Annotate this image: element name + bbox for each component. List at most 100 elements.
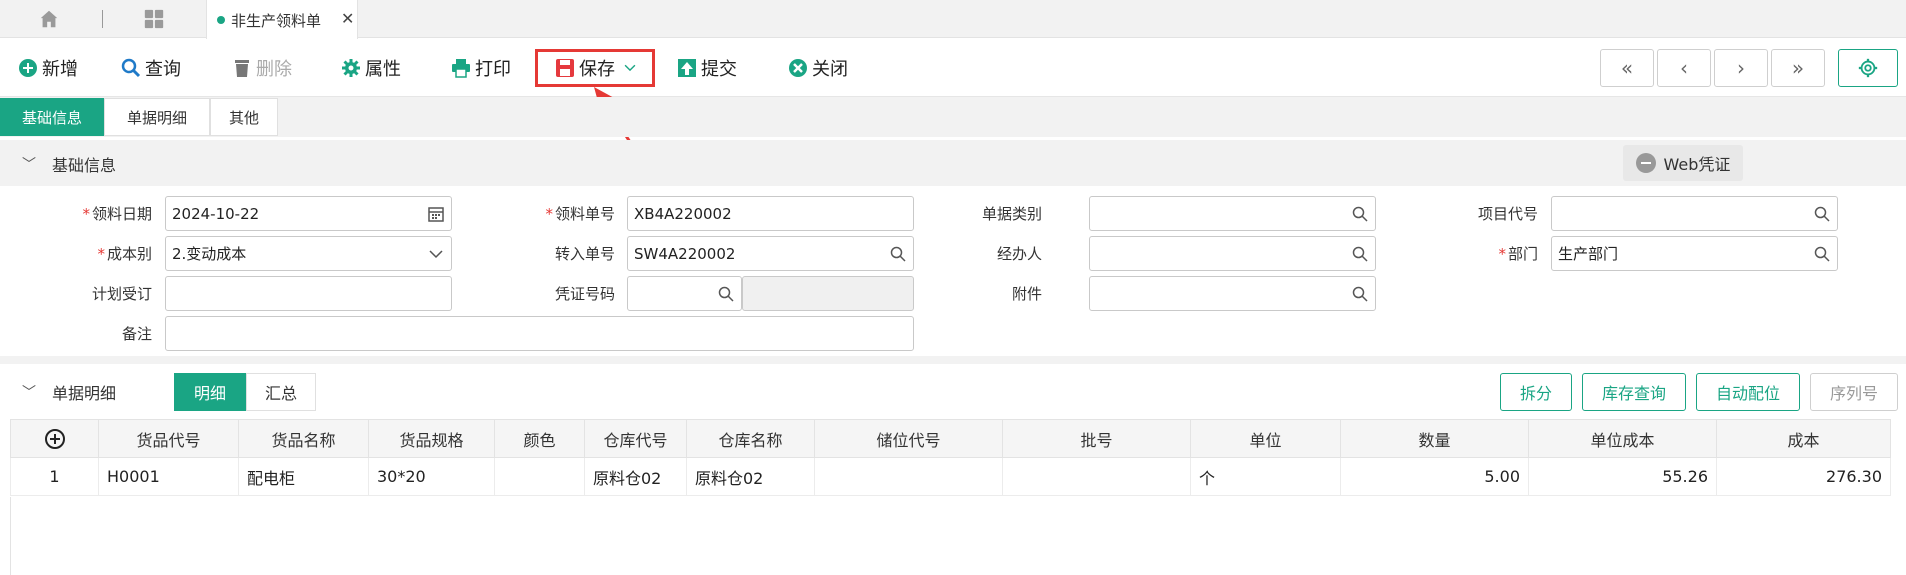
settings-button[interactable] [1838, 49, 1898, 87]
properties-button[interactable]: 属性 [341, 53, 401, 83]
col-item-spec[interactable]: 货品规格 [368, 419, 495, 458]
cost-select[interactable]: 2.变动成本 [165, 236, 452, 271]
tab-basic-info[interactable]: 基础信息 [0, 98, 104, 136]
voucher-label: 凭证号码 [554, 285, 615, 303]
cell-item-code[interactable]: H0001 [98, 457, 239, 496]
chevron-down-icon[interactable] [427, 245, 445, 263]
web-voucher-label: Web凭证 [1663, 155, 1731, 174]
printer-icon [452, 59, 470, 78]
cell-warehouse-code[interactable]: 原料仓02 [584, 457, 687, 496]
query-button[interactable]: 查询 [121, 53, 181, 83]
date-field[interactable]: 2024-10-22 [165, 196, 452, 231]
upload-icon [678, 59, 696, 77]
attach-label: 附件 [1011, 285, 1042, 303]
save-button[interactable]: 保存 [555, 53, 641, 83]
chevron-down-icon[interactable] [623, 61, 637, 75]
properties-label: 属性 [365, 59, 401, 80]
col-quantity[interactable]: 数量 [1340, 419, 1529, 458]
new-button[interactable]: 新增 [18, 53, 78, 83]
project-field[interactable] [1551, 196, 1838, 231]
basic-info-header: ﹀ 基础信息 Web凭证 [0, 140, 1906, 186]
query-label: 查询 [145, 59, 181, 80]
cell-unit-cost[interactable]: 55.26 [1528, 457, 1717, 496]
minus-circle-icon [1635, 153, 1656, 173]
split-button[interactable]: 拆分 [1500, 373, 1572, 411]
first-icon: « [1620, 56, 1634, 80]
search-icon[interactable] [1813, 205, 1831, 223]
home-icon[interactable] [36, 8, 66, 32]
collapse-chevron-icon[interactable]: ﹀ [22, 382, 36, 402]
cell-unit[interactable]: 个 [1190, 457, 1341, 496]
tab-non-production-requisition[interactable]: 非生产领料单 ✕ [206, 0, 358, 39]
doc-type-field[interactable] [1089, 196, 1376, 231]
voucher-field[interactable] [627, 276, 742, 311]
prev-record-button[interactable]: ‹ [1657, 49, 1711, 87]
tab-detail[interactable]: 明细 [174, 373, 246, 411]
print-button[interactable]: 打印 [451, 53, 511, 83]
table-row[interactable]: 1 H0001 配电柜 30*20 原料仓02 原料仓02 个 5.00 55.… [10, 457, 1891, 496]
search-icon[interactable] [1351, 205, 1369, 223]
col-color[interactable]: 颜色 [494, 419, 585, 458]
active-dot-icon [217, 16, 225, 24]
search-icon[interactable] [717, 285, 735, 303]
tab-other[interactable]: 其他 [210, 98, 278, 136]
collapse-chevron-icon[interactable]: ﹀ [22, 154, 36, 174]
first-record-button[interactable]: « [1600, 49, 1654, 87]
remark-field[interactable] [165, 316, 914, 351]
cell-warehouse-name[interactable]: 原料仓02 [686, 457, 815, 496]
search-icon[interactable] [1351, 245, 1369, 263]
col-unit[interactable]: 单位 [1190, 419, 1341, 458]
col-location-code[interactable]: 储位代号 [814, 419, 1003, 458]
search-icon[interactable] [889, 245, 907, 263]
attach-field[interactable] [1089, 276, 1376, 311]
detail-header: ﹀ 单据明细 明细 汇总 拆分 库存查询 自动配位 序列号 [0, 364, 1906, 418]
serial-number-button[interactable]: 序列号 [1810, 373, 1898, 411]
transfer-field[interactable]: SW4A220002 [627, 236, 914, 271]
delete-button[interactable]: 删除 [232, 53, 292, 83]
dept-field[interactable]: 生产部门 [1551, 236, 1838, 271]
cell-batch[interactable] [1002, 457, 1191, 496]
detail-title: 单据明细 [52, 384, 117, 403]
search-icon[interactable] [1813, 245, 1831, 263]
cell-quantity[interactable]: 5.00 [1340, 457, 1529, 496]
section-tabs: 基础信息 单据明细 其他 [0, 97, 1906, 137]
stock-query-button[interactable]: 库存查询 [1582, 373, 1686, 411]
last-record-button[interactable]: » [1771, 49, 1825, 87]
handler-field[interactable] [1089, 236, 1376, 271]
handler-label: 经办人 [996, 245, 1042, 263]
project-label: 项目代号 [1477, 205, 1538, 223]
add-row-icon[interactable] [10, 419, 99, 458]
tab-summary[interactable]: 汇总 [246, 373, 316, 411]
cell-item-name[interactable]: 配电柜 [238, 457, 369, 496]
date-label: * 领料日期 [82, 205, 152, 223]
close-circle-icon [789, 59, 807, 77]
submit-button[interactable]: 提交 [677, 53, 737, 83]
doc-no-field[interactable]: XB4A220002 [627, 196, 914, 231]
col-item-name[interactable]: 货品名称 [238, 419, 369, 458]
cell-item-spec[interactable]: 30*20 [368, 457, 495, 496]
col-cost[interactable]: 成本 [1716, 419, 1891, 458]
calendar-icon[interactable] [427, 205, 445, 223]
auto-allocate-button[interactable]: 自动配位 [1696, 373, 1800, 411]
search-icon[interactable] [1351, 285, 1369, 303]
detail-grid: 货品代号 货品名称 货品规格 颜色 仓库代号 仓库名称 储位代号 批号 单位 数… [10, 419, 1891, 496]
web-voucher-button[interactable]: Web凭证 [1623, 145, 1743, 181]
close-button[interactable]: 关闭 [788, 53, 848, 83]
col-item-code[interactable]: 货品代号 [98, 419, 239, 458]
last-icon: » [1791, 56, 1805, 80]
col-warehouse-name[interactable]: 仓库名称 [686, 419, 815, 458]
next-record-button[interactable]: › [1714, 49, 1768, 87]
cell-location-code[interactable] [814, 457, 1003, 496]
submit-label: 提交 [701, 59, 737, 80]
col-unit-cost[interactable]: 单位成本 [1528, 419, 1717, 458]
close-tab-icon[interactable]: ✕ [341, 9, 354, 28]
settings-gear-icon [1858, 58, 1878, 78]
tab-document-detail[interactable]: 单据明细 [104, 98, 210, 136]
apps-grid-icon[interactable] [142, 8, 168, 32]
col-warehouse-code[interactable]: 仓库代号 [584, 419, 687, 458]
cell-color[interactable] [494, 457, 585, 496]
col-batch[interactable]: 批号 [1002, 419, 1191, 458]
grid-header-row: 货品代号 货品名称 货品规格 颜色 仓库代号 仓库名称 储位代号 批号 单位 数… [10, 419, 1891, 458]
cell-cost[interactable]: 276.30 [1716, 457, 1891, 496]
plan-field[interactable] [165, 276, 452, 311]
